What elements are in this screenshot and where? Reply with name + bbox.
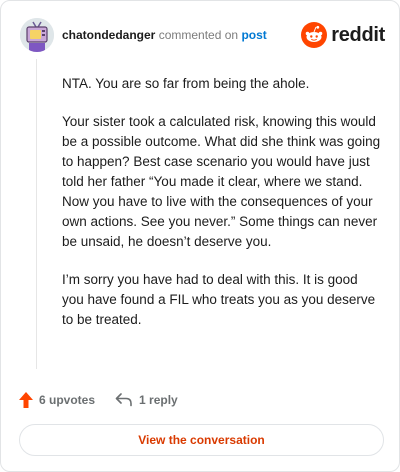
comment-paragraph: Your sister took a calculated risk, know…: [62, 114, 381, 249]
comment-header: chatondedanger commented on post reddit: [20, 18, 385, 52]
thread-line: [36, 59, 37, 369]
view-conversation-button[interactable]: View the conversation: [19, 424, 384, 456]
comment-actions: 6 upvotes 1 reply: [19, 390, 178, 410]
post-link[interactable]: post: [241, 28, 266, 42]
reply-count: 1 reply: [139, 393, 178, 407]
user-avatar[interactable]: [20, 18, 54, 52]
reply-arrow-icon: [115, 393, 132, 407]
upvote-count: 6 upvotes: [39, 393, 96, 407]
reddit-logo[interactable]: reddit: [301, 21, 385, 49]
upvote-arrow-icon: [19, 392, 33, 408]
comment-paragraph: I’m sorry you have had to deal with this…: [62, 272, 376, 327]
comment-card: chatondedanger commented on post reddit …: [0, 0, 400, 472]
author-name[interactable]: chatondedanger: [62, 28, 155, 42]
comment-body: NTA. You are so far from being the ahole…: [62, 74, 382, 348]
comment-paragraph: NTA. You are so far from being the ahole…: [62, 76, 310, 91]
reply-button[interactable]: 1 reply: [115, 393, 178, 407]
comment-meta: chatondedanger commented on post: [62, 27, 267, 43]
avatar-tv-icon: [20, 18, 54, 52]
action-text: commented on: [158, 28, 239, 42]
brand-wordmark: reddit: [331, 23, 385, 46]
upvote-button[interactable]: 6 upvotes: [19, 392, 95, 408]
snoo-icon: [301, 22, 328, 48]
